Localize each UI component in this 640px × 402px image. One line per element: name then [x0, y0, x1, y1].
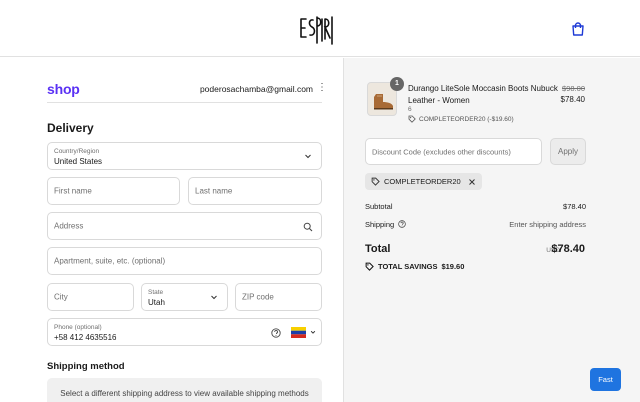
address-field[interactable]: Address: [47, 212, 322, 240]
total-value: $78.40: [551, 243, 585, 255]
zip-placeholder: ZIP code: [242, 292, 274, 302]
city-placeholder: City: [54, 292, 68, 302]
total-label: Total: [365, 243, 391, 255]
shop-pay-logo: shop: [47, 81, 80, 97]
shipping-method-notice: Select a different shipping address to v…: [47, 378, 322, 402]
product-name: Durango LiteSole Moccasin Boots Nubuck L…: [408, 84, 558, 105]
country-select[interactable]: Country/Region United States: [47, 142, 322, 170]
close-icon[interactable]: [468, 178, 476, 186]
tag-icon: [371, 177, 380, 186]
shipping-method-heading: Shipping method: [47, 361, 125, 372]
checkout-form-panel: shop poderosachamba@gmail.com ⋮ Delivery…: [0, 58, 343, 402]
subtotal-label: Subtotal: [365, 202, 393, 211]
country-value: United States: [54, 157, 103, 166]
address-placeholder: Address: [54, 221, 84, 231]
help-icon[interactable]: [271, 328, 281, 338]
divider: [47, 102, 322, 103]
discount-code-input[interactable]: Discount Code (excludes other discounts): [365, 138, 542, 165]
last-name-field[interactable]: Last name: [188, 177, 322, 205]
total-savings: TOTAL SAVINGS $19.60: [365, 262, 464, 271]
applied-discount-chip: COMPLETEORDER20: [365, 173, 482, 190]
fast-button[interactable]: Fast: [590, 368, 621, 391]
shipping-value: Enter shipping address: [509, 220, 586, 229]
state-value: Utah: [148, 298, 165, 307]
discounted-price: $78.40: [560, 95, 585, 104]
search-icon: [303, 222, 313, 232]
boot-image: [374, 94, 393, 110]
brand-logo[interactable]: [297, 11, 335, 47]
subtotal-value: $78.40: [563, 202, 586, 211]
apply-button[interactable]: Apply: [550, 138, 586, 165]
first-name-placeholder: First name: [54, 186, 92, 196]
help-icon[interactable]: [398, 220, 407, 228]
savings-value: $19.60: [441, 262, 465, 271]
kebab-icon[interactable]: ⋮: [317, 83, 327, 93]
state-select[interactable]: State Utah: [141, 283, 228, 311]
phone-label: Phone (optional): [54, 324, 102, 331]
country-label: Country/Region: [54, 148, 100, 155]
product-variant: 6: [408, 106, 412, 113]
applied-discount-code: COMPLETEORDER20: [384, 177, 461, 186]
original-price: $98.00: [562, 84, 585, 93]
phone-field[interactable]: Phone (optional) +58 412 4635516: [47, 318, 322, 346]
zip-field[interactable]: ZIP code: [235, 283, 322, 311]
tag-icon: [365, 262, 374, 271]
phone-value: +58 412 4635516: [54, 333, 117, 342]
subtotal-row: Subtotal $78.40: [365, 202, 586, 211]
savings-label: TOTAL SAVINGS: [378, 262, 438, 271]
top-header: [0, 0, 640, 57]
product-discount-text: COMPLETEORDER20 (-$19.60): [419, 115, 514, 123]
order-summary-panel: 1 Durango LiteSole Moccasin Boots Nubuck…: [343, 58, 640, 402]
quantity-badge: 1: [390, 77, 404, 91]
delivery-heading: Delivery: [47, 121, 94, 135]
discount-code-placeholder: Discount Code (excludes other discounts): [372, 147, 511, 156]
product-discount: COMPLETEORDER20 (-$19.60): [408, 115, 514, 123]
venezuela-flag-icon[interactable]: [291, 327, 306, 338]
chevron-down-icon: [310, 330, 316, 334]
account-email: poderosachamba@gmail.com: [199, 84, 313, 94]
first-name-field[interactable]: First name: [47, 177, 180, 205]
apartment-placeholder: Apartment, suite, etc. (optional): [54, 256, 166, 266]
city-field[interactable]: City: [47, 283, 134, 311]
tag-icon: [408, 115, 416, 123]
shopping-bag-icon[interactable]: [570, 21, 586, 37]
state-label: State: [148, 289, 164, 296]
last-name-placeholder: Last name: [195, 186, 233, 196]
apartment-field[interactable]: Apartment, suite, etc. (optional): [47, 247, 322, 275]
shipping-label: Shipping: [365, 220, 395, 229]
chevron-down-icon: [305, 154, 311, 159]
shipping-method-message: Select a different shipping address to v…: [60, 389, 309, 398]
shipping-row: Shipping Enter shipping address: [365, 220, 586, 229]
chevron-down-icon: [211, 295, 217, 300]
